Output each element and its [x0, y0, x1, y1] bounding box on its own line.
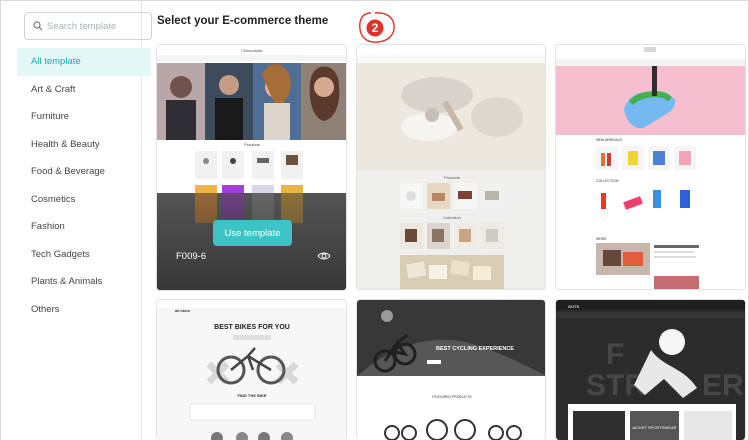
- step-badge: 2: [359, 12, 395, 43]
- page-title: Select your E-commerce theme: [157, 15, 329, 27]
- category-all-template[interactable]: All template: [17, 48, 151, 76]
- template-card-home-goods[interactable]: Products Collection: [356, 44, 546, 290]
- category-tech-gadgets[interactable]: Tech Gadgets: [17, 241, 151, 269]
- svg-text:FEATURED PRODUCTS: FEATURED PRODUCTS: [432, 395, 472, 399]
- category-health-beauty[interactable]: Health & Beauty: [17, 131, 151, 159]
- use-template-button[interactable]: Use template: [213, 220, 292, 246]
- template-preview-image: Products Collection: [357, 45, 545, 289]
- category-fashion[interactable]: Fashion: [17, 213, 151, 241]
- template-preview-image: GUTS F STR ER JACKET SPORTSWEAR: [556, 300, 745, 440]
- svg-text:FIND THE BIKE: FIND THE BIKE: [237, 393, 266, 398]
- template-preview-image: BEST CYCLING EXPERIENCE FEATURED PRODUCT…: [357, 300, 545, 440]
- preview-eye-icon[interactable]: [317, 251, 331, 261]
- svg-text:Collection: Collection: [443, 215, 461, 220]
- svg-text:Products: Products: [444, 175, 460, 180]
- search-box[interactable]: [24, 12, 152, 40]
- svg-text:JACKET SPORTSWEAR: JACKET SPORTSWEAR: [632, 425, 677, 430]
- category-cosmetics[interactable]: Cosmetics: [17, 186, 151, 214]
- template-card-color-store[interactable]: NEW ARRIVALS COLLECTION NEWS: [555, 44, 746, 290]
- category-furniture[interactable]: Furniture: [17, 103, 151, 131]
- template-card-cycling[interactable]: BEST CYCLING EXPERIENCE FEATURED PRODUCT…: [356, 299, 546, 440]
- category-art-craft[interactable]: Art & Craft: [17, 76, 151, 104]
- category-plants-animals[interactable]: Plants & Animals: [17, 268, 151, 296]
- template-code: F009-6: [176, 251, 207, 262]
- template-preview-image: all.store BEST BIKES FOR YOU FIND THE BI…: [157, 300, 346, 440]
- svg-text:NEWS: NEWS: [596, 237, 607, 241]
- search-icon: [33, 21, 43, 31]
- category-menu: All template Art & Craft Furniture Healt…: [17, 48, 151, 323]
- svg-text:NEW ARRIVALS: NEW ARRIVALS: [596, 138, 623, 142]
- template-card-f009-6[interactable]: Classicstudio Products Use template F009…: [156, 44, 347, 291]
- template-card-sportswear[interactable]: GUTS F STR ER JACKET SPORTSWEAR: [555, 299, 746, 440]
- svg-text:GUTS: GUTS: [568, 304, 579, 309]
- step-number: 2: [372, 21, 379, 35]
- category-sidebar: All template Art & Craft Furniture Healt…: [15, 0, 152, 440]
- svg-text:all.store: all.store: [175, 308, 191, 313]
- template-card-bikes[interactable]: all.store BEST BIKES FOR YOU FIND THE BI…: [156, 299, 347, 440]
- svg-text:Classicstudio: Classicstudio: [241, 48, 262, 53]
- category-others[interactable]: Others: [17, 296, 151, 324]
- svg-text:Products: Products: [244, 142, 260, 147]
- search-input[interactable]: [47, 20, 147, 32]
- svg-text:COLLECTION: COLLECTION: [596, 179, 619, 183]
- svg-text:BEST CYCLING EXPERIENCE: BEST CYCLING EXPERIENCE: [436, 346, 514, 352]
- template-preview-image: NEW ARRIVALS COLLECTION NEWS: [556, 45, 745, 289]
- svg-text:ER: ER: [702, 369, 744, 402]
- svg-text:F: F: [606, 338, 624, 371]
- category-food-beverage[interactable]: Food & Beverage: [17, 158, 151, 186]
- svg-text:BEST BIKES FOR YOU: BEST BIKES FOR YOU: [214, 324, 290, 331]
